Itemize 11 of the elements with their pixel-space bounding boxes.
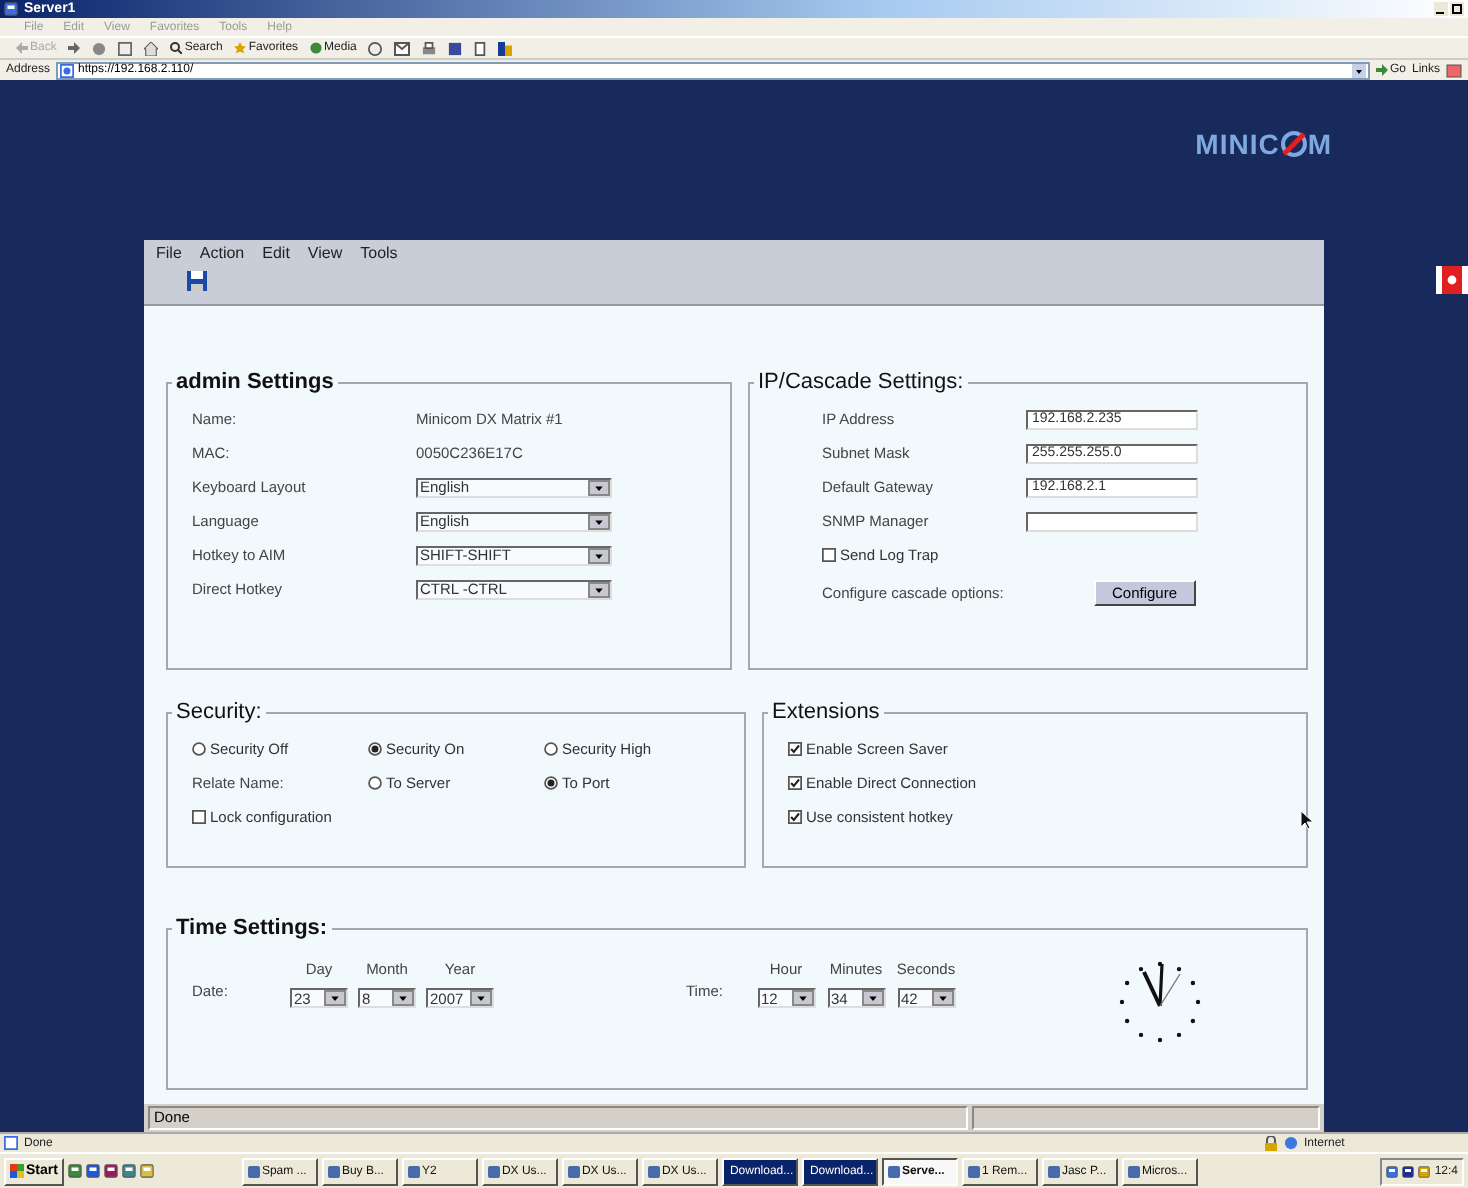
panel-title: IP/Cascade Settings: [756,370,966,394]
menu-item[interactable]: Edit [262,244,290,262]
panel-title: Extensions [770,700,882,724]
logo: MINIC M [1195,128,1332,160]
menu-item[interactable]: View [307,244,343,262]
panel-title: Time Settings: [174,916,330,940]
menu-item[interactable]: File [156,244,182,262]
menu-item[interactable]: Tools [360,244,398,262]
panel-title: admin Settings [174,370,336,394]
menu-item[interactable]: Action [199,244,245,262]
panel-title: Security: [174,700,264,724]
